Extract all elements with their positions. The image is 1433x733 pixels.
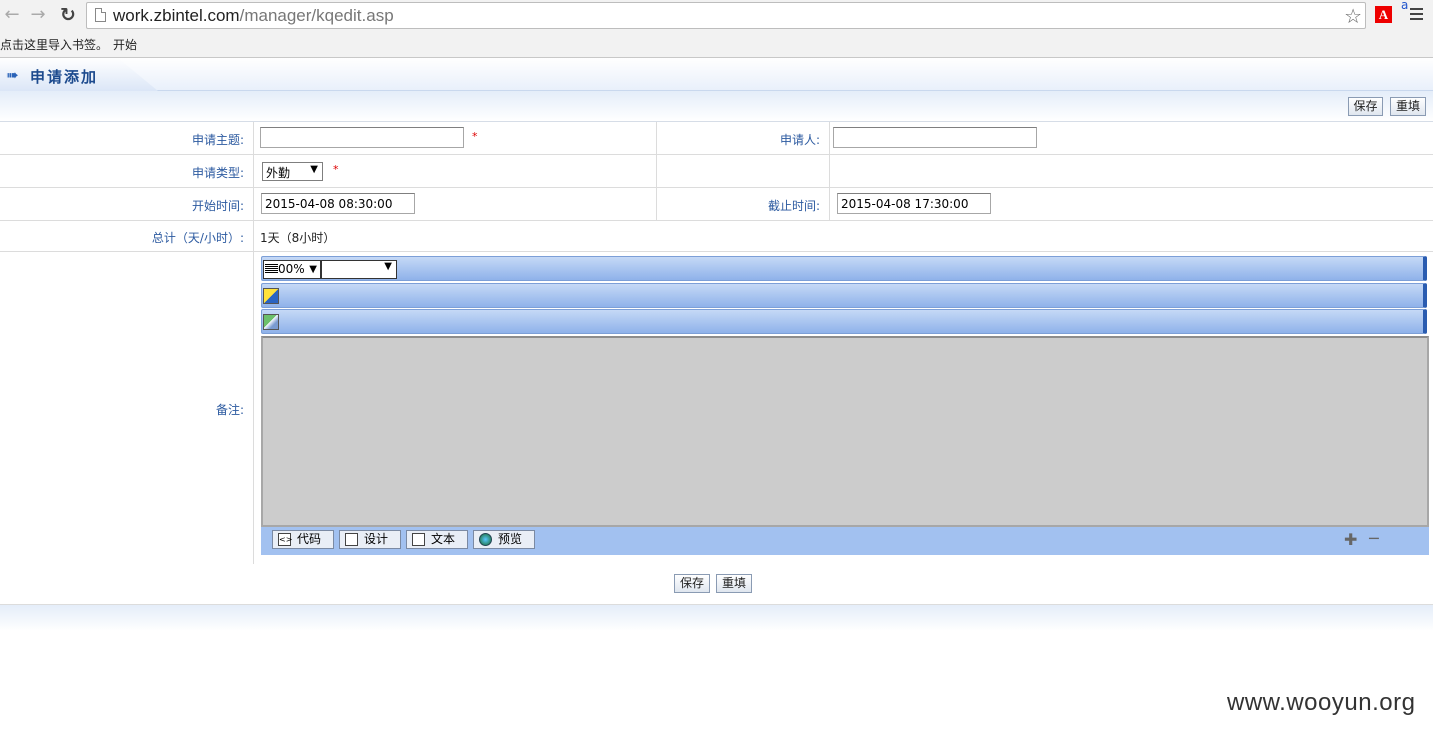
save-button-top[interactable]: 保存: [1348, 97, 1383, 116]
page-footer: [0, 605, 1433, 631]
mode-preview-button[interactable]: 预览: [473, 530, 535, 549]
text-icon: [412, 533, 425, 546]
start-time-input[interactable]: [261, 193, 415, 214]
zoom-select[interactable]: 00% ▼: [263, 260, 321, 279]
insert-image-icon[interactable]: [263, 288, 279, 304]
start-time-label: 开始时间:: [191, 199, 244, 213]
subject-label: 申请主题:: [191, 133, 244, 147]
page-title: 申请添加: [30, 68, 99, 86]
type-select-value: 外勤: [266, 166, 291, 180]
forward-arrow-icon[interactable]: →: [26, 3, 50, 27]
form-row-total: 总计（天/小时）: 1天（8小时）: [0, 221, 1433, 252]
mode-text-button[interactable]: 文本: [406, 530, 468, 549]
mode-design-label: 设计: [364, 532, 389, 546]
design-icon: [345, 533, 358, 546]
reset-button-top[interactable]: 重填: [1390, 97, 1426, 116]
dropdown-arrow-icon: ▼: [310, 164, 318, 175]
required-mark: *: [472, 130, 478, 143]
expand-plus-icon[interactable]: ✚: [1344, 530, 1357, 549]
watermark: www.wooyun.org: [1227, 689, 1416, 716]
mode-preview-label: 预览: [498, 532, 523, 546]
editor-toolbar-2: [261, 283, 1427, 308]
total-label: 总计（天/小时）:: [151, 231, 244, 245]
url-host: work.zbintel.com: [113, 6, 240, 25]
zoom-icon: [265, 264, 278, 274]
type-select[interactable]: 外勤 ▼: [262, 162, 323, 181]
required-mark: *: [333, 163, 339, 176]
form-row-type: 申请类型: 外勤 ▼ *: [0, 155, 1433, 188]
adobe-extension-icon[interactable]: A: [1375, 6, 1392, 23]
editor-mode-bar: <> 代码 设计 文本 预览 ✚ ─: [261, 527, 1429, 555]
top-action-bar: 保存 重填: [0, 91, 1433, 122]
mode-text-label: 文本: [431, 532, 456, 546]
dropdown-arrow-icon: ▼: [309, 264, 317, 275]
insert-media-icon[interactable]: [263, 314, 279, 330]
form-row-time: 开始时间: 截止时间:: [0, 188, 1433, 221]
reload-icon[interactable]: ↻: [56, 3, 80, 27]
type-label: 申请类型:: [191, 166, 244, 180]
url-text[interactable]: work.zbintel.com/manager/kqedit.asp: [113, 6, 394, 26]
globe-icon: [479, 533, 492, 546]
editor-content-area[interactable]: [261, 336, 1429, 527]
form-row-subject: 申请主题: * 申请人:: [0, 122, 1433, 155]
total-value: 1天（8小时）: [260, 231, 336, 245]
bookmark-star-icon[interactable]: ☆: [1344, 4, 1362, 28]
bookmark-start-link[interactable]: 开始: [113, 36, 137, 53]
applicant-input[interactable]: [833, 127, 1037, 148]
font-select[interactable]: ▼: [321, 260, 397, 279]
end-time-input[interactable]: [837, 193, 991, 214]
back-arrow-icon[interactable]: ←: [0, 3, 24, 27]
shrink-minus-icon[interactable]: ─: [1369, 529, 1379, 548]
applicant-label: 申请人:: [779, 133, 820, 147]
bookmarks-bar: 点击这里导入书签。 开始: [0, 32, 1433, 58]
url-path: /manager/kqedit.asp: [239, 6, 394, 25]
subject-input[interactable]: [260, 127, 464, 148]
mode-code-button[interactable]: <> 代码: [272, 530, 334, 549]
mode-code-label: 代码: [297, 532, 322, 546]
dropdown-arrow-icon: ▼: [384, 261, 392, 272]
rich-text-editor: 00% ▼ ▼ <> 代码 设计 文本 预览 ✚ ─: [261, 256, 1429, 555]
editor-toolbar-3: [261, 309, 1427, 334]
remark-label: 备注:: [215, 403, 244, 417]
page-header: ➠ 申请添加: [0, 58, 1433, 91]
translate-icon[interactable]: a: [1401, 0, 1408, 12]
menu-icon[interactable]: [1410, 8, 1423, 23]
editor-toolbar-1: 00% ▼ ▼: [261, 256, 1427, 281]
page-icon: [95, 8, 106, 22]
end-time-label: 截止时间:: [767, 199, 820, 213]
bookmarks-import-hint[interactable]: 点击这里导入书签。: [0, 36, 108, 53]
arrow-right-icon: ➠: [6, 66, 19, 84]
code-icon: <>: [278, 533, 293, 546]
bottom-action-bar: 保存 重填: [0, 564, 1433, 605]
mode-design-button[interactable]: 设计: [339, 530, 401, 549]
address-bar[interactable]: work.zbintel.com/manager/kqedit.asp ☆: [86, 2, 1366, 29]
zoom-value: 00%: [278, 262, 305, 276]
browser-toolbar: ← → ↻ work.zbintel.com/manager/kqedit.as…: [0, 0, 1433, 32]
save-button-bottom[interactable]: 保存: [674, 574, 710, 593]
reset-button-bottom[interactable]: 重填: [716, 574, 752, 593]
